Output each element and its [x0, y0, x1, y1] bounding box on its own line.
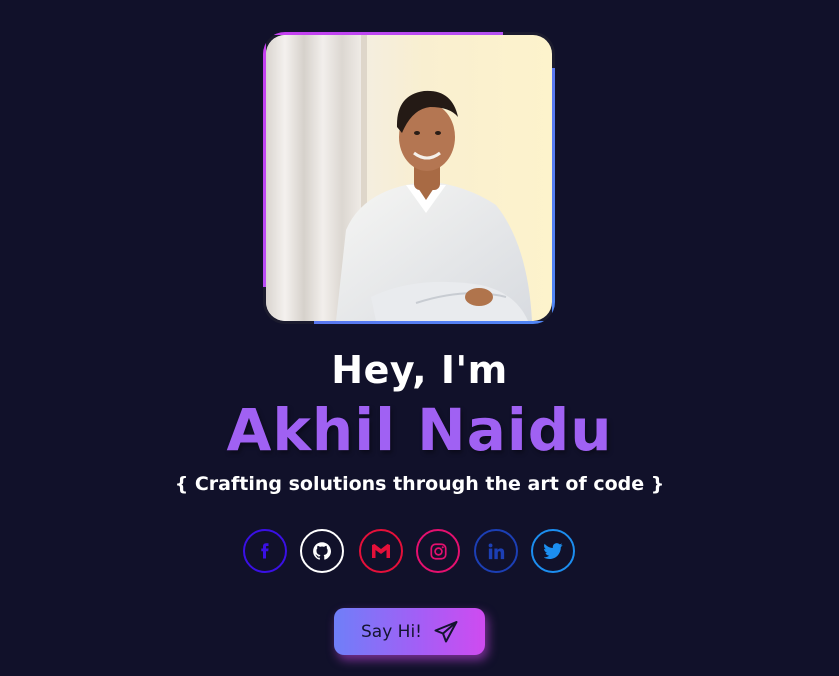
- github-icon: [313, 542, 331, 560]
- profile-photo-frame: [263, 32, 555, 324]
- facebook-icon: [261, 543, 269, 559]
- github-link[interactable]: [300, 529, 344, 573]
- say-hi-button[interactable]: Say Hi!: [334, 608, 485, 655]
- greeting-heading: Hey, I'm: [331, 348, 508, 392]
- instagram-link[interactable]: [416, 529, 460, 573]
- social-links: [243, 529, 583, 573]
- profile-photo: [266, 35, 552, 321]
- tagline: { Crafting solutions through the art of …: [174, 473, 665, 495]
- paper-plane-icon: [434, 620, 458, 642]
- twitter-link[interactable]: [531, 529, 575, 573]
- frame-accent-bottom: [314, 321, 555, 324]
- frame-accent-right: [552, 68, 555, 324]
- instagram-icon: [429, 542, 447, 560]
- gmail-link[interactable]: [359, 529, 403, 573]
- twitter-icon: [543, 543, 563, 559]
- linkedin-icon: [488, 543, 504, 559]
- facebook-link[interactable]: [243, 529, 287, 573]
- gmail-icon: [372, 544, 390, 558]
- say-hi-label: Say Hi!: [361, 621, 422, 642]
- name-heading: Akhil Naidu: [226, 396, 613, 464]
- linkedin-link[interactable]: [474, 529, 518, 573]
- hero-section: Hey, I'm Akhil Naidu { Crafting solution…: [0, 0, 839, 676]
